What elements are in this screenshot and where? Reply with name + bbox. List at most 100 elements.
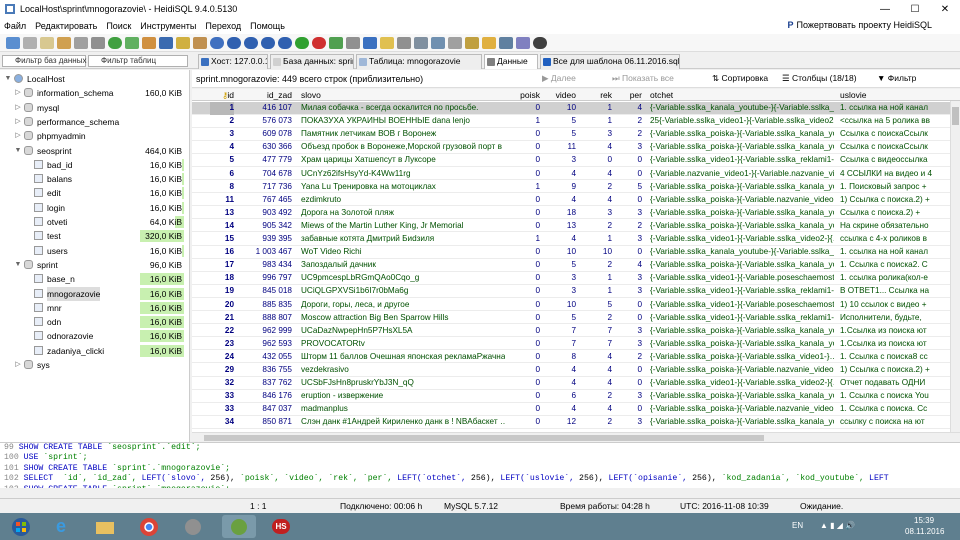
cell-uslovie[interactable]: <ссылка на 5 ролика вв <box>838 115 950 128</box>
cell-rek[interactable]: 2 <box>580 220 612 233</box>
cell-uslovie[interactable]: Отчет подавать ОДНИ <box>838 377 950 390</box>
start-button[interactable] <box>4 515 38 538</box>
cell-otchet[interactable]: {-Variable.sslka_video1-}{-Variable.sslk… <box>648 154 834 167</box>
cell-id_zad[interactable]: 903 492 <box>236 207 292 220</box>
taskbar-chrome[interactable] <box>132 515 166 538</box>
cell-rek[interactable]: 1 <box>580 115 612 128</box>
cell-per[interactable]: 2 <box>616 115 642 128</box>
cell-id[interactable]: 24 <box>210 351 234 364</box>
query-log[interactable]: 99 SHOW CREATE TABLE `seosprint`.`edit`;… <box>0 442 960 488</box>
cell-otchet[interactable]: {-Variable.sslka_poiska-}{-Variable.sslk… <box>648 181 834 194</box>
cell-per[interactable]: 5 <box>616 181 642 194</box>
tab-database[interactable]: База данных: sprint <box>270 54 354 69</box>
cell-rek[interactable]: 2 <box>580 416 612 429</box>
cell-uslovie[interactable]: 1) Ссылка с поиска.2) + <box>838 364 950 377</box>
taskbar-ie[interactable]: e <box>44 515 78 538</box>
tree-item[interactable]: balans 16,0 KiB <box>0 172 188 186</box>
tree-item[interactable]: ▷ phpmyadmin <box>0 129 188 143</box>
scrollbar-thumb[interactable] <box>952 107 959 125</box>
cell-slovo[interactable]: Дороги, горы, леса, и другое <box>299 299 505 312</box>
print-icon[interactable] <box>91 36 105 49</box>
cell-poisk[interactable]: 0 <box>510 351 540 364</box>
cell-per[interactable]: 0 <box>616 312 642 325</box>
log-icon[interactable] <box>516 36 530 49</box>
cell-video[interactable]: 9 <box>544 181 576 194</box>
table-row[interactable]: 29 836 755 vezdekrasivo 0 4 4 0 {-Variable.sslk… <box>192 364 950 377</box>
cell-per[interactable]: 3 <box>616 338 642 351</box>
help-icon[interactable] <box>210 36 224 49</box>
cell-id[interactable]: 16 <box>210 246 234 259</box>
cell-id_zad[interactable]: 962 999 <box>236 325 292 338</box>
taskbar-explorer[interactable] <box>88 515 122 538</box>
cell-id_zad[interactable]: 477 779 <box>236 154 292 167</box>
cell-poisk[interactable]: 0 <box>510 220 540 233</box>
tree-item[interactable]: ▷ performance_schema <box>0 115 188 129</box>
explain-icon[interactable] <box>397 36 411 49</box>
snippets-icon[interactable] <box>499 36 513 49</box>
cell-slovo[interactable]: PROVOCATORtv <box>299 338 505 351</box>
stop-icon[interactable] <box>533 36 547 49</box>
cell-uslovie[interactable]: 1. ссылка на ной канал <box>838 246 950 259</box>
first-record-icon[interactable] <box>227 36 241 49</box>
cell-rek[interactable]: 7 <box>580 338 612 351</box>
cell-id[interactable]: 18 <box>210 272 234 285</box>
columns-button[interactable]: ☰ Столбцы (18/18) <box>782 73 857 84</box>
tray-icons[interactable]: ▲ ▮ ◢ 🔊 <box>820 521 855 530</box>
cell-video[interactable]: 4 <box>544 377 576 390</box>
cell-per[interactable]: 3 <box>616 390 642 403</box>
table-row[interactable]: 15 939 395 забавные котята Дмитрий Биdзиля… <box>192 233 950 246</box>
cell-id_zad[interactable]: 885 835 <box>236 299 292 312</box>
cell-otchet[interactable]: {-Variable.sslka_poiska-}{-Variable.sslk… <box>648 128 834 141</box>
cell-uslovie[interactable]: 1.Ссылка из поиска ют <box>838 325 950 338</box>
tree-item[interactable]: otveti 64,0 KiB <box>0 215 188 229</box>
cell-slovo[interactable]: UC9pmcespLbRGmQAo0Cqo_g <box>299 272 505 285</box>
expand-toggle-icon[interactable]: ▷ <box>14 129 22 143</box>
cell-slovo[interactable]: Слэн данк #1Андрей Кириленко данк в ! NB… <box>299 416 505 429</box>
table-row[interactable]: 3 609 078 Памятник летчикам ВОВ г Воронеж 0… <box>192 128 950 141</box>
cell-id[interactable]: 11 <box>210 194 234 207</box>
tab-query[interactable]: Все для шаблона 06.11.2016.sql <box>540 54 680 69</box>
last-record-icon[interactable] <box>278 36 292 49</box>
run-icon[interactable] <box>363 36 377 49</box>
table-row[interactable]: 4 630 366 Объезд пробок в Воронеже,Морской… <box>192 141 950 154</box>
cell-per[interactable]: 3 <box>616 325 642 338</box>
menu-search[interactable]: Поиск <box>106 21 131 31</box>
cell-id_zad[interactable]: 996 797 <box>236 272 292 285</box>
expand-toggle-icon[interactable]: ▼ <box>4 72 12 86</box>
cell-per[interactable]: 3 <box>616 285 642 298</box>
cell-video[interactable]: 5 <box>544 115 576 128</box>
cell-video[interactable]: 8 <box>544 351 576 364</box>
expand-toggle-icon[interactable]: ▼ <box>14 258 22 272</box>
cell-id_zad[interactable]: 704 678 <box>236 168 292 181</box>
column-header-per[interactable]: per <box>616 90 642 100</box>
cell-poisk[interactable]: 0 <box>510 154 540 167</box>
cell-id[interactable]: 21 <box>210 312 234 325</box>
cell-uslovie[interactable]: Ссылка с поиска.2) + <box>838 207 950 220</box>
cell-poisk[interactable]: 0 <box>510 102 540 115</box>
tree-item[interactable]: test 320,0 KiB <box>0 229 188 243</box>
tree-item[interactable]: ▼ sprint 96,0 KiB <box>0 258 188 272</box>
cell-id[interactable]: 32 <box>210 377 234 390</box>
cell-slovo[interactable]: Miews of the Martin Luther King, Jr Memo… <box>299 220 505 233</box>
cell-poisk[interactable]: 0 <box>510 259 540 272</box>
format-icon[interactable] <box>448 36 462 49</box>
menu-file[interactable]: Файл <box>4 21 26 31</box>
cell-video[interactable]: 12 <box>544 416 576 429</box>
prev-record-icon[interactable] <box>244 36 258 49</box>
maximize-button[interactable]: ☐ <box>900 0 930 18</box>
cell-otchet[interactable]: {-Variable.sslka_poiska-}{-Variable.sslk… <box>648 141 834 154</box>
tree-item[interactable]: mnogorazovie 16,0 KiB <box>0 286 188 301</box>
cell-rek[interactable]: 2 <box>580 390 612 403</box>
clock-date[interactable]: 08.11.2016 <box>905 527 944 536</box>
delete-row-icon[interactable] <box>312 36 326 49</box>
table-row[interactable]: 18 996 797 UC9pmcespLbRGmQAo0Cqo_g 0 3 1 3 {-Va… <box>192 272 950 285</box>
cell-video[interactable]: 4 <box>544 403 576 416</box>
table-row[interactable]: 33 847 037 madmanplus 0 4 4 0 {-Variable.sslka_… <box>192 403 950 416</box>
cell-rek[interactable]: 5 <box>580 299 612 312</box>
cell-otchet[interactable]: {-Variable.sslka_poiska-}{-Variable.sslk… <box>648 220 834 233</box>
cell-rek[interactable]: 1 <box>580 272 612 285</box>
cell-poisk[interactable]: 0 <box>510 128 540 141</box>
table-row[interactable]: 1 416 107 Милая собачка - всегда оскалится… <box>192 102 950 115</box>
cell-slovo[interactable]: eruption - извержение <box>299 390 505 403</box>
cell-slovo[interactable]: UCaDazNwpepHn5P7HsXL5A <box>299 325 505 338</box>
